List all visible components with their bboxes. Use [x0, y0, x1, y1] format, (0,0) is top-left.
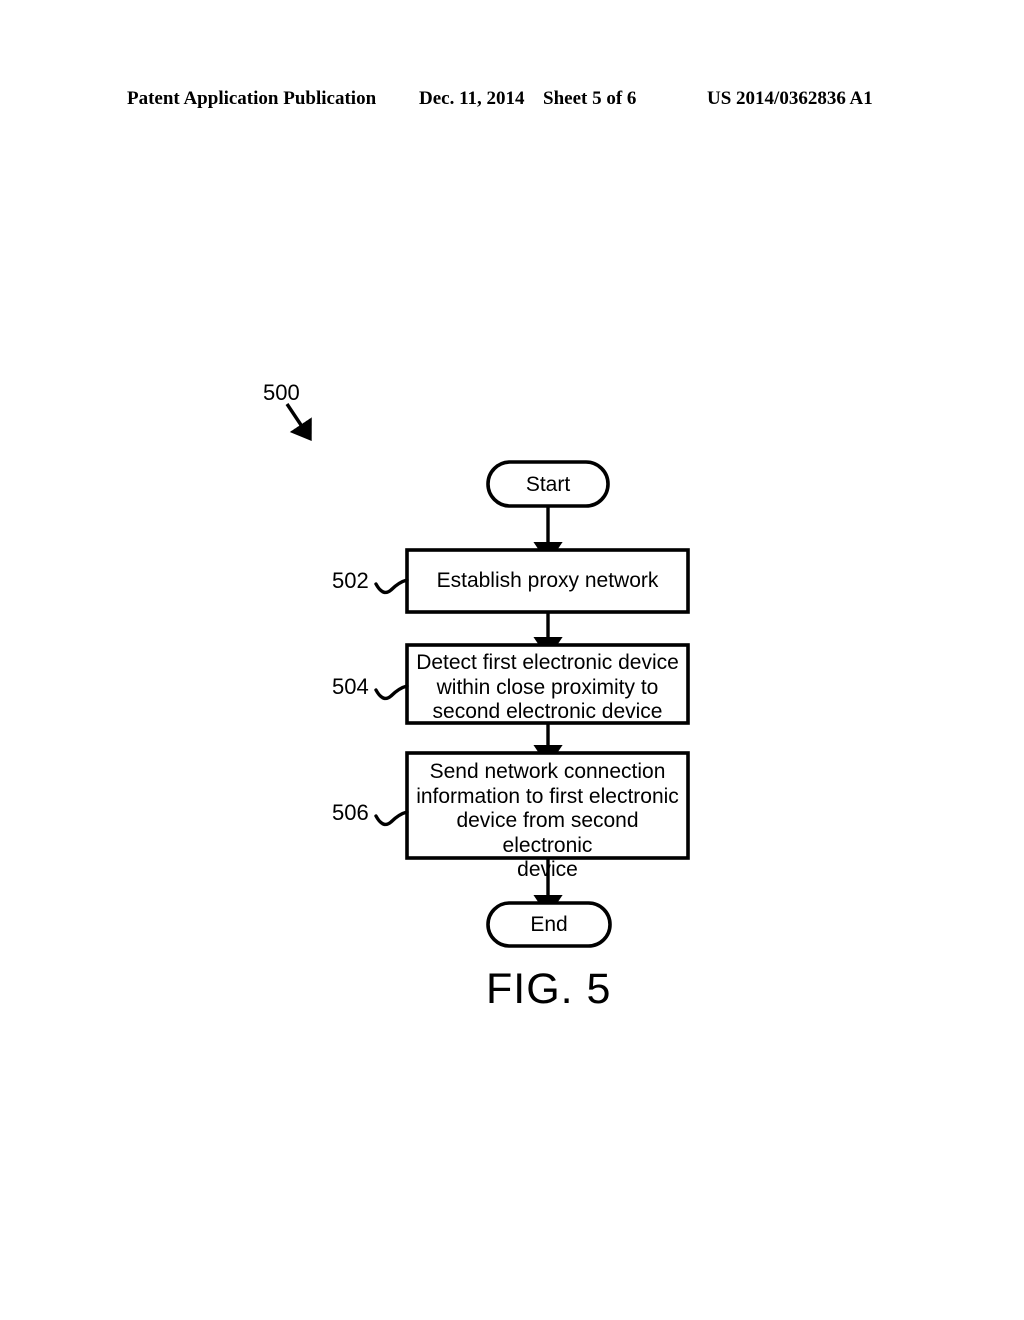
- step-506-ref-label: 506: [332, 800, 369, 825]
- step-506-label: Send network connection information to f…: [416, 760, 679, 881]
- start-terminal-label: Start: [525, 473, 571, 496]
- flowchart-figure: 500 Start 502 Establish proxy network 50…: [0, 0, 1024, 1320]
- step-504-label: Detect first electronic device within cl…: [416, 651, 679, 723]
- step-502-ref-label: 502: [332, 568, 369, 593]
- leader-squiggle-502: [374, 578, 409, 595]
- leader-squiggle-506: [374, 810, 409, 827]
- diagram-ref-label: 500: [263, 380, 300, 405]
- step-502-label: Establish proxy network: [436, 569, 659, 592]
- step-504-ref-label: 504: [332, 674, 369, 699]
- end-terminal-label: End: [530, 913, 568, 936]
- leader-squiggle-504: [374, 684, 409, 701]
- figure-caption: FIG. 5: [486, 965, 612, 1013]
- diagram-ref-arrow: [285, 403, 312, 442]
